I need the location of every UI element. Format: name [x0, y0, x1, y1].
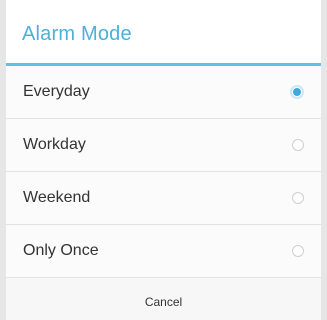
option-everyday[interactable]: Everyday [6, 66, 321, 119]
radio-unchecked-icon[interactable] [292, 139, 304, 151]
radio-unchecked-icon[interactable] [292, 245, 304, 257]
option-label: Workday [23, 136, 86, 153]
option-weekend[interactable]: Weekend [6, 172, 321, 225]
cancel-label: Cancel [144, 295, 183, 309]
dialog-title: Alarm Mode [22, 23, 132, 45]
dialog-header: Alarm Mode [6, 0, 321, 66]
alarm-mode-dialog: Alarm Mode Everyday Workday Weekend Only… [6, 0, 321, 320]
alarm-mode-options: Everyday Workday Weekend Only Once [6, 66, 321, 278]
option-label: Only Once [23, 242, 99, 259]
screen: Alarm Mode Everyday Workday Weekend Only… [0, 0, 327, 320]
cancel-button[interactable]: Cancel [6, 278, 321, 320]
option-workday[interactable]: Workday [6, 119, 321, 172]
option-label: Weekend [23, 189, 91, 206]
option-only-once[interactable]: Only Once [6, 225, 321, 278]
backdrop-right [321, 0, 327, 320]
option-label: Everyday [23, 83, 90, 100]
radio-checked-icon[interactable] [290, 85, 304, 99]
radio-unchecked-icon[interactable] [292, 192, 304, 204]
